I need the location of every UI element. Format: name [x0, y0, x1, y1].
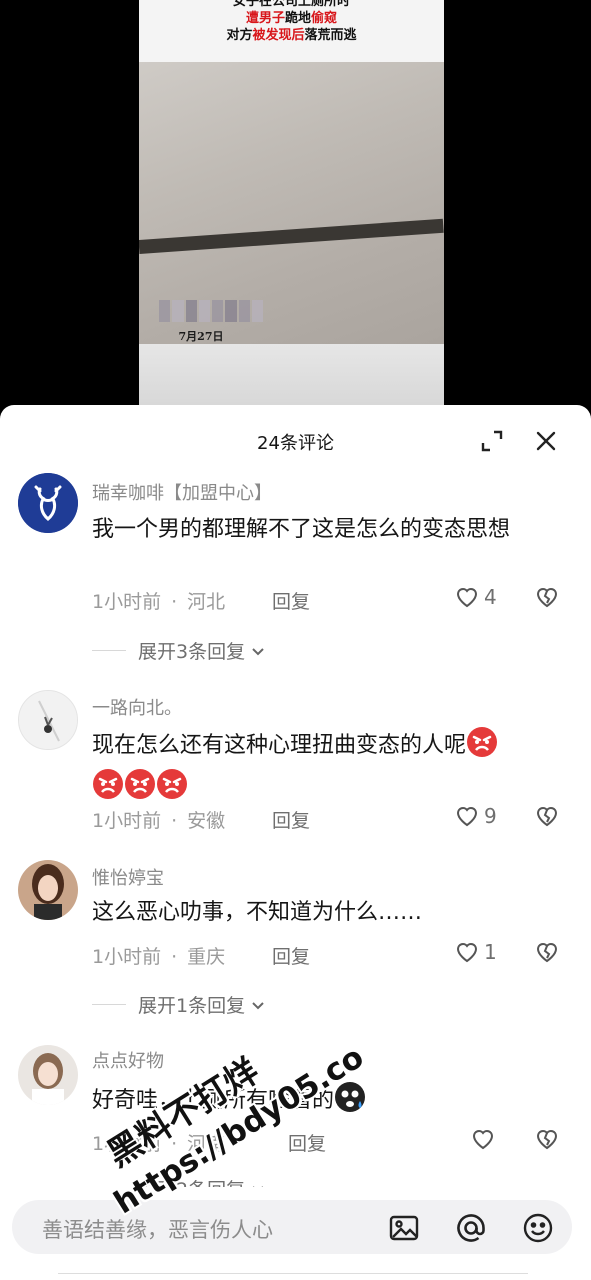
- comment-username[interactable]: 点点好物: [92, 1047, 164, 1073]
- heart-icon: [456, 943, 478, 963]
- comment-meta: 1小时前 · 河北 回复 4: [92, 585, 558, 615]
- home-indicator-area: [58, 1273, 528, 1280]
- comment-time: 1小时前: [92, 946, 162, 968]
- wall-stripe: [139, 218, 444, 254]
- angry-emoji-icon: [124, 768, 156, 810]
- dislike-button[interactable]: [534, 1127, 560, 1156]
- reply-button[interactable]: 回复: [272, 942, 310, 969]
- comment-text[interactable]: 现在怎么还有这种心理扭曲变态的人呢: [92, 726, 572, 810]
- chevron-down-icon: [252, 1001, 264, 1009]
- broken-heart-icon: [536, 588, 558, 608]
- divider: [92, 1004, 126, 1005]
- image-icon[interactable]: [388, 1212, 420, 1244]
- comment-item: 一路向北。 现在怎么还有这种心理扭曲变态的人呢 1小时前 · 安徽 回复 9: [0, 690, 591, 840]
- comment-location: 安徽: [187, 810, 226, 832]
- close-icon[interactable]: [532, 427, 560, 455]
- comment-text[interactable]: 好奇哇，上厕所有啥看的: [92, 1081, 562, 1123]
- emoji-icon[interactable]: [522, 1212, 554, 1244]
- like-button[interactable]: 1: [454, 940, 497, 964]
- broken-heart-icon: [536, 1130, 558, 1150]
- expand-icon[interactable]: [478, 427, 506, 455]
- like-count: 9: [484, 804, 497, 828]
- heart-icon: [472, 1130, 494, 1150]
- comment-time: 1小时前: [92, 810, 162, 832]
- reply-button[interactable]: 回复: [288, 1129, 326, 1156]
- comment-time: 1小时前: [92, 1133, 162, 1155]
- comment-location: 河北: [187, 591, 226, 613]
- divider: [92, 650, 126, 651]
- expand-replies-label: 展开3条回复: [138, 641, 246, 663]
- heart-icon: [456, 588, 478, 608]
- comment-meta: 1小时前 · 河南 回复: [92, 1129, 558, 1157]
- caption-line-1: 女子在公司上厕所时: [232, 0, 350, 9]
- expand-replies-button[interactable]: 展开1条回复: [92, 991, 267, 1018]
- like-button[interactable]: [470, 1127, 500, 1151]
- like-count: 4: [484, 585, 497, 609]
- scared-emoji-icon: [334, 1081, 366, 1123]
- video-scene: 7月27日 重庆: [139, 62, 444, 358]
- video-bottom: [139, 344, 444, 405]
- expand-replies-label: 展开1条回复: [138, 995, 246, 1017]
- caption-line-2: 遭男子跪地偷窥: [245, 11, 338, 26]
- dislike-button[interactable]: [534, 940, 560, 969]
- comment-meta: 1小时前 · 重庆 回复 1: [92, 940, 558, 970]
- avatar[interactable]: [18, 1045, 78, 1105]
- angry-emoji-icon: [92, 768, 124, 810]
- reply-button[interactable]: 回复: [272, 806, 310, 833]
- at-icon[interactable]: [455, 1212, 487, 1244]
- comment-text[interactable]: 我一个男的都理解不了这是怎么的变态思想: [92, 513, 562, 546]
- comment-username[interactable]: 一路向北。: [92, 694, 182, 720]
- comment-input[interactable]: 善语结善缘，恶言伤人心: [12, 1200, 572, 1254]
- like-button[interactable]: 4: [454, 585, 497, 609]
- expand-replies-button[interactable]: 展开3条回复: [92, 637, 267, 664]
- reply-button[interactable]: 回复: [272, 587, 310, 614]
- caption-line-3: 对方被发现后落荒而逃: [226, 28, 357, 43]
- comment-sheet: 24条评论 瑞幸咖啡【加盟中心】 我一个男的都理解不了这是怎么的变态思想 1小时…: [0, 405, 591, 1280]
- avatar[interactable]: [18, 473, 78, 533]
- heart-icon: [456, 807, 478, 827]
- angry-emoji-icon: [466, 726, 498, 768]
- angry-emoji-icon: [156, 768, 188, 810]
- broken-heart-icon: [536, 807, 558, 827]
- comment-time: 1小时前: [92, 591, 162, 613]
- like-button[interactable]: 9: [454, 804, 497, 828]
- comment-input-placeholder: 善语结善缘，恶言伤人心: [42, 1218, 273, 1242]
- comment-location: 重庆: [187, 946, 226, 968]
- comment-item: 惟怡婷宝 这么恶心叻事，不知道为什么…… 1小时前 · 重庆 回复 1 展开1条回复: [0, 860, 591, 1030]
- comment-location: 河南: [187, 1133, 226, 1155]
- comment-item: 点点好物 好奇哇，上厕所有啥看的 1小时前·河南 回复 展开2条回复: [0, 1045, 591, 1201]
- comment-meta: 1小时前 · 安徽 回复 9: [92, 804, 558, 834]
- dislike-button[interactable]: [534, 804, 560, 833]
- chevron-down-icon: [252, 647, 264, 655]
- avatar[interactable]: [18, 690, 78, 750]
- comment-username[interactable]: 惟怡婷宝: [92, 864, 164, 890]
- broken-heart-icon: [536, 943, 558, 963]
- stamp-date: 7月27日: [178, 330, 224, 343]
- blurred-mosaic: [159, 300, 263, 322]
- sheet-header: 24条评论: [0, 405, 591, 475]
- like-count: 1: [484, 940, 497, 964]
- dislike-button[interactable]: [534, 585, 560, 614]
- avatar[interactable]: [18, 860, 78, 920]
- video-player[interactable]: 女子在公司上厕所时 遭男子跪地偷窥 对方被发现后落荒而逃 7月27日 重庆: [0, 0, 591, 420]
- comment-input-bar: 善语结善缘，恶言伤人心: [0, 1187, 591, 1280]
- comment-text[interactable]: 这么恶心叻事，不知道为什么……: [92, 896, 562, 929]
- comment-username[interactable]: 瑞幸咖啡【加盟中心】: [92, 479, 272, 505]
- video-frame[interactable]: 女子在公司上厕所时 遭男子跪地偷窥 对方被发现后落荒而逃 7月27日 重庆: [139, 0, 444, 405]
- comment-item: 瑞幸咖啡【加盟中心】 我一个男的都理解不了这是怎么的变态思想 1小时前 · 河北 回…: [0, 473, 591, 673]
- video-caption: 女子在公司上厕所时 遭男子跪地偷窥 对方被发现后落荒而逃: [139, 0, 444, 62]
